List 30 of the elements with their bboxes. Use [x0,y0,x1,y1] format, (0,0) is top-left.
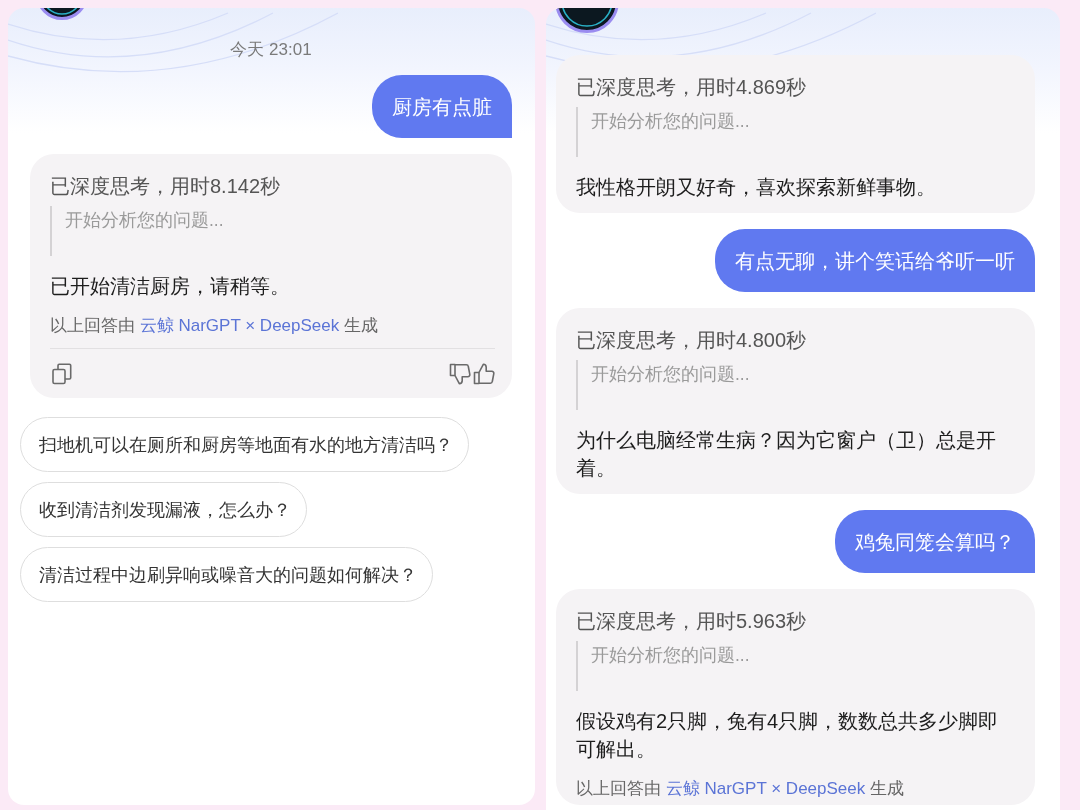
thinking-status: 已深度思考，用时8.142秒 [50,174,282,198]
timestamp: 今天 23:01 [230,39,312,61]
avatar-icon [555,8,619,33]
user-message-bubble: 厨房有点脏 [372,75,512,138]
thinking-status: 已深度思考，用时4.800秒 [576,328,808,352]
answer-text: 已开始清洁厨房，请稍等。 [50,274,291,299]
thumbs-down-icon [448,361,472,386]
user-message-bubble: 鸡兔同笼会算吗？ [835,510,1035,573]
copy-icon [50,361,74,386]
answer-text: 我性格开朗又好奇，喜欢探索新鲜事物。 [576,175,937,200]
thinking-text: 开始分析您的问题... [591,110,750,133]
user-message-bubble: 有点无聊，讲个笑话给爷听一听 [715,229,1035,292]
thinking-text: 开始分析您的问题... [591,644,750,667]
thumbs-up-icon [472,361,496,386]
thinking-status: 已深度思考，用时5.963秒 [576,609,808,633]
suggestion-chip[interactable]: 清洁过程中边刷异响或噪音大的问题如何解决？ [20,547,433,602]
dislike-button[interactable] [448,361,472,386]
like-button[interactable] [472,361,496,386]
model-link[interactable]: 云鲸 NarGPT × DeepSeek [139,316,340,335]
thinking-status: 已深度思考，用时4.869秒 [576,75,808,99]
model-link[interactable]: 云鲸 NarGPT × DeepSeek [665,779,866,798]
suggestion-chip[interactable]: 扫地机可以在厕所和厨房等地面有水的地方清洁吗？ [20,417,469,472]
attribution-text: 以上回答由 云鲸 NarGPT × DeepSeek 生成 [50,315,379,337]
answer-text: 为什么电脑经常生病？因为它窗户（卫）总是开着。 [576,428,997,481]
copy-button[interactable] [50,361,74,386]
attribution-text: 以上回答由 云鲸 NarGPT × DeepSeek 生成 [576,778,905,800]
suggestion-chip[interactable]: 收到清洁剂发现漏液，怎么办？ [20,482,307,537]
answer-text: 假设鸡有2只脚，兔有4只脚，数数总共多少脚即可解出。 [576,709,1000,762]
thinking-text: 开始分析您的问题... [591,363,750,386]
thinking-text: 开始分析您的问题... [65,209,224,232]
